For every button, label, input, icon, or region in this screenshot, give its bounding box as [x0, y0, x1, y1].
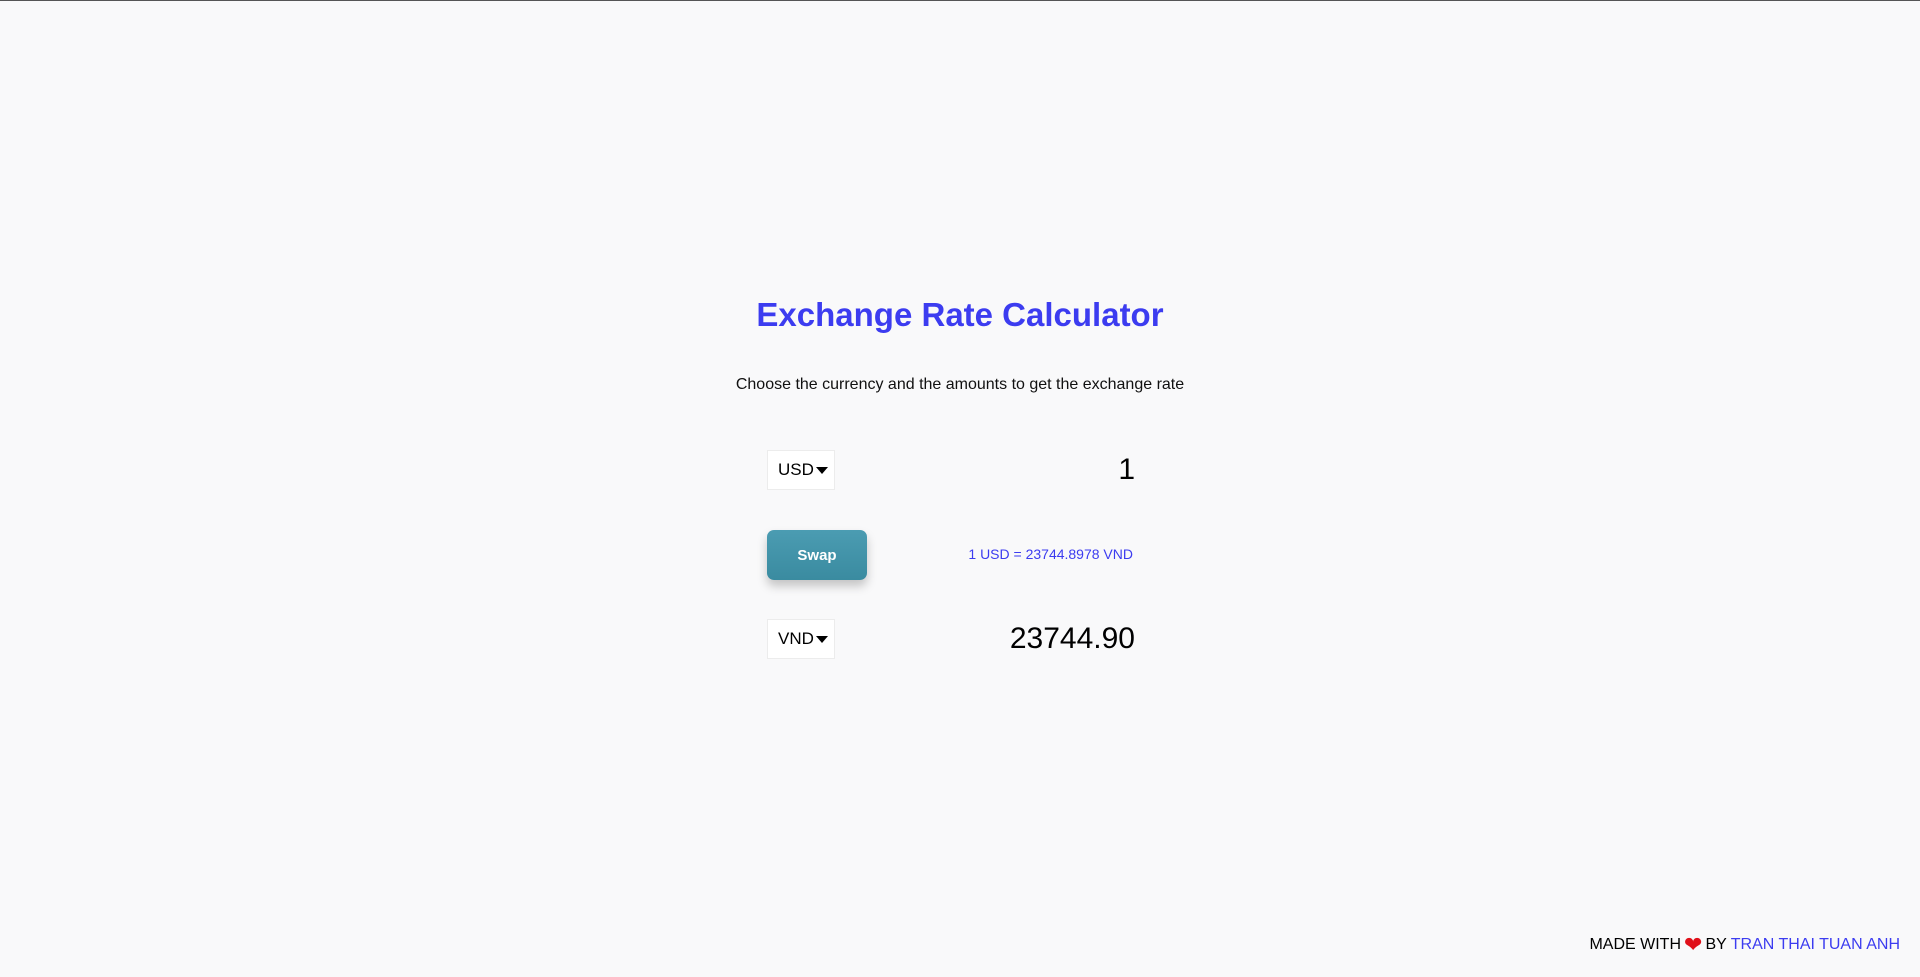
calculator-container: Exchange Rate Calculator Choose the curr… — [0, 0, 1920, 977]
heart-icon: ❤ — [1684, 932, 1703, 957]
to-amount-input[interactable] — [917, 619, 1137, 659]
to-currency-value: VND — [778, 629, 814, 648]
from-currency-value: USD — [778, 460, 814, 479]
footer-made-with: MADE WITH — [1589, 936, 1681, 953]
footer: MADE WITH ❤ BY TRAN THAI TUAN ANH — [1589, 934, 1900, 956]
swap-button[interactable]: Swap — [767, 530, 867, 580]
from-currency-select[interactable]: USD — [767, 450, 835, 490]
chevron-down-icon — [815, 635, 828, 643]
author-link[interactable]: TRAN THAI TUAN ANH — [1731, 936, 1900, 954]
from-currency-row: USD — [767, 450, 1137, 490]
exchange-rate-text: 1 USD = 23744.8978 VND — [968, 546, 1133, 562]
to-currency-select[interactable]: VND — [767, 619, 835, 659]
footer-by: BY — [1705, 936, 1727, 953]
to-currency-row: VND — [767, 619, 1137, 659]
swap-row: Swap 1 USD = 23744.8978 VND — [767, 530, 1137, 580]
page-subtitle: Choose the currency and the amounts to g… — [735, 376, 1185, 393]
chevron-down-icon — [815, 466, 828, 474]
page-title: Exchange Rate Calculator — [756, 296, 1164, 333]
from-amount-input[interactable] — [917, 450, 1137, 490]
